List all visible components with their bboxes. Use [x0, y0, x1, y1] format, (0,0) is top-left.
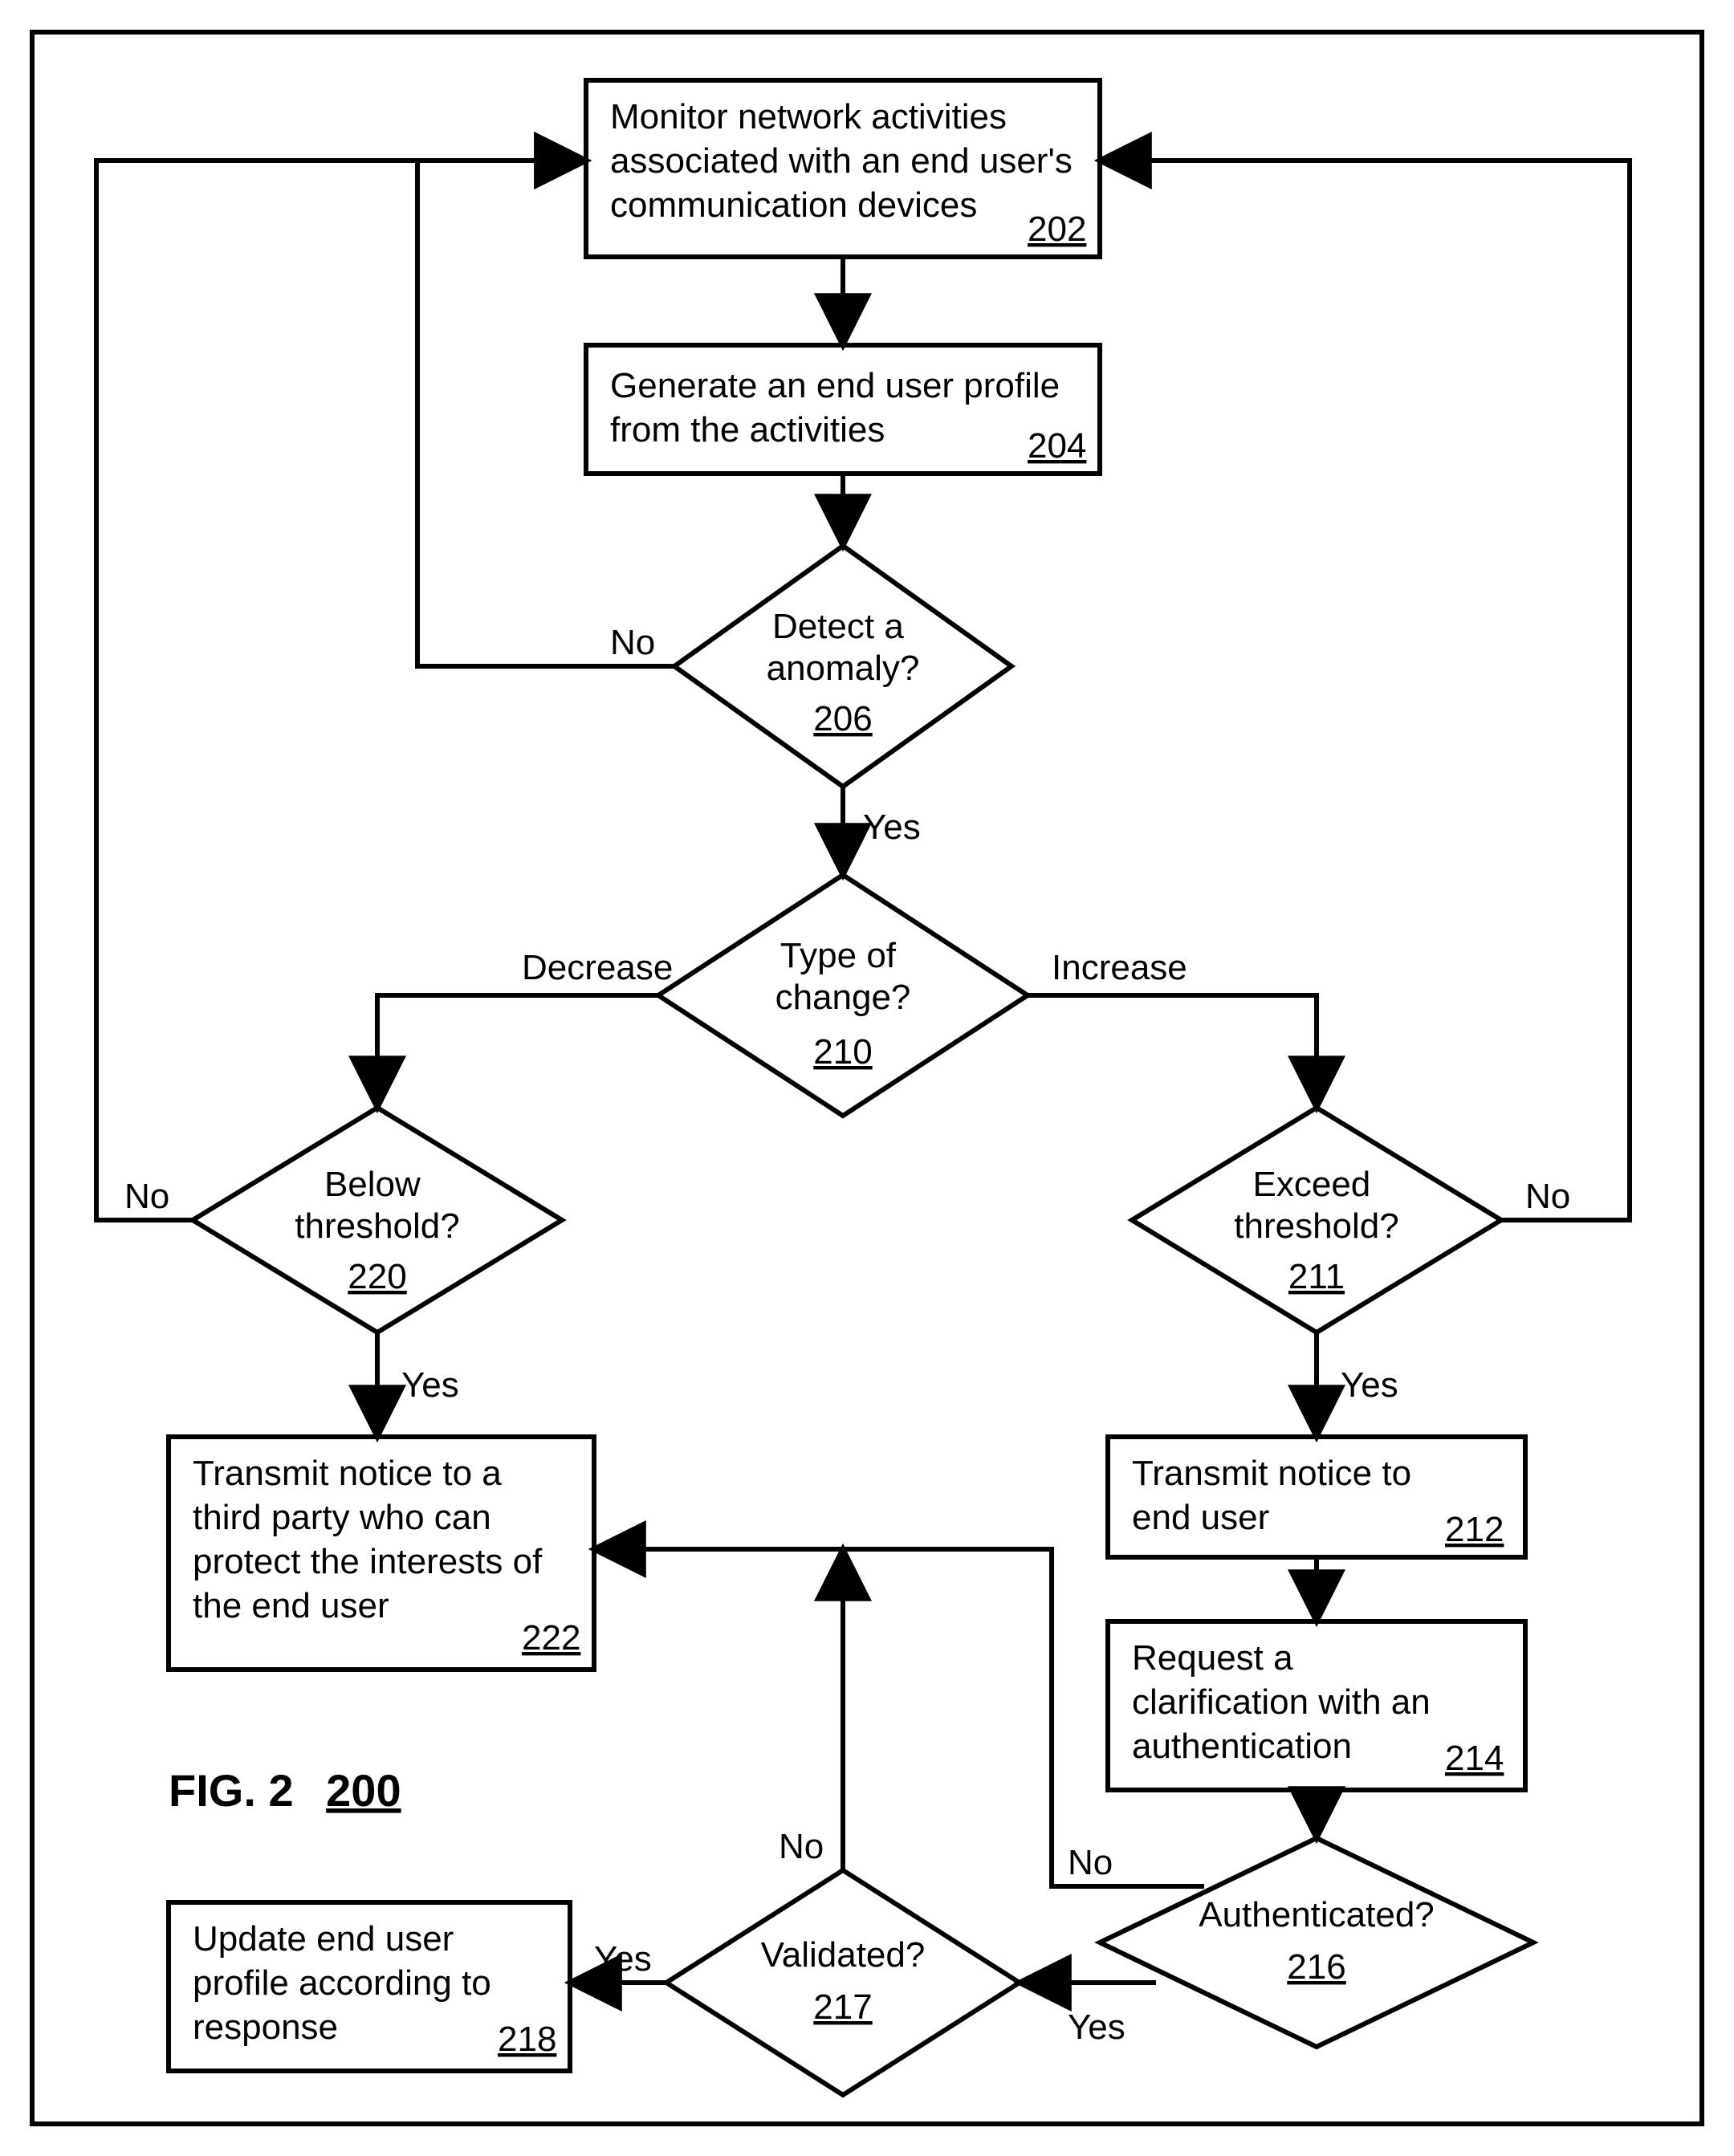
svg-text:No: No: [779, 1827, 824, 1866]
ref-212: 212: [1445, 1510, 1504, 1549]
node-218: Update end user profile according to res…: [169, 1902, 570, 2071]
node-204: Generate an end user profile from the ac…: [586, 345, 1100, 474]
node-220: Below threshold? 220: [193, 1108, 562, 1332]
ref-214: 214: [1445, 1739, 1504, 1778]
ref-206: 206: [813, 699, 872, 738]
node-210: Type of change? 210: [658, 875, 1028, 1116]
ref-220: 220: [348, 1257, 406, 1296]
node-211: Exceed threshold? 211: [1132, 1108, 1501, 1332]
ref-222: 222: [522, 1618, 580, 1658]
svg-text:Increase: Increase: [1052, 948, 1187, 987]
node-217: Validated? 217: [666, 1870, 1020, 2095]
ref-211: 211: [1288, 1257, 1345, 1296]
node-216: Authenticated? 216: [1100, 1838, 1533, 2047]
svg-text:No: No: [610, 623, 655, 662]
svg-text:Authenticated?: Authenticated?: [1199, 1895, 1435, 1934]
svg-text:Yes: Yes: [401, 1365, 459, 1405]
node-212: Transmit notice to end user 212: [1108, 1437, 1525, 1557]
svg-text:Yes: Yes: [1341, 1365, 1398, 1405]
svg-text:No: No: [124, 1177, 169, 1216]
node-202: Monitor network activities associated wi…: [586, 80, 1100, 257]
ref-216: 216: [1287, 1947, 1345, 1987]
svg-text:Validated?: Validated?: [761, 1935, 926, 1975]
ref-202: 202: [1028, 209, 1086, 249]
ref-218: 218: [498, 2020, 556, 2059]
svg-text:Decrease: Decrease: [522, 948, 673, 987]
ref-217: 217: [813, 1987, 872, 2027]
figure-label: FIG. 2 200: [169, 1765, 401, 1816]
node-222: Transmit notice to a third party who can…: [169, 1437, 594, 1670]
svg-text:No: No: [1068, 1843, 1113, 1882]
svg-text:Yes: Yes: [594, 1939, 652, 1979]
svg-text:FIG. 2 200: FIG. 2 200: [169, 1765, 401, 1816]
svg-text:Yes: Yes: [863, 807, 921, 847]
node-206: Detect a anomaly? 206: [674, 546, 1012, 787]
ref-204: 204: [1028, 426, 1086, 466]
svg-text:No: No: [1525, 1177, 1570, 1216]
ref-210: 210: [813, 1032, 872, 1072]
svg-text:Yes: Yes: [1068, 2008, 1125, 2047]
flowchart: Monitor network activities associated wi…: [0, 0, 1734, 2156]
node-214: Request a clarification with an authenti…: [1108, 1621, 1525, 1790]
